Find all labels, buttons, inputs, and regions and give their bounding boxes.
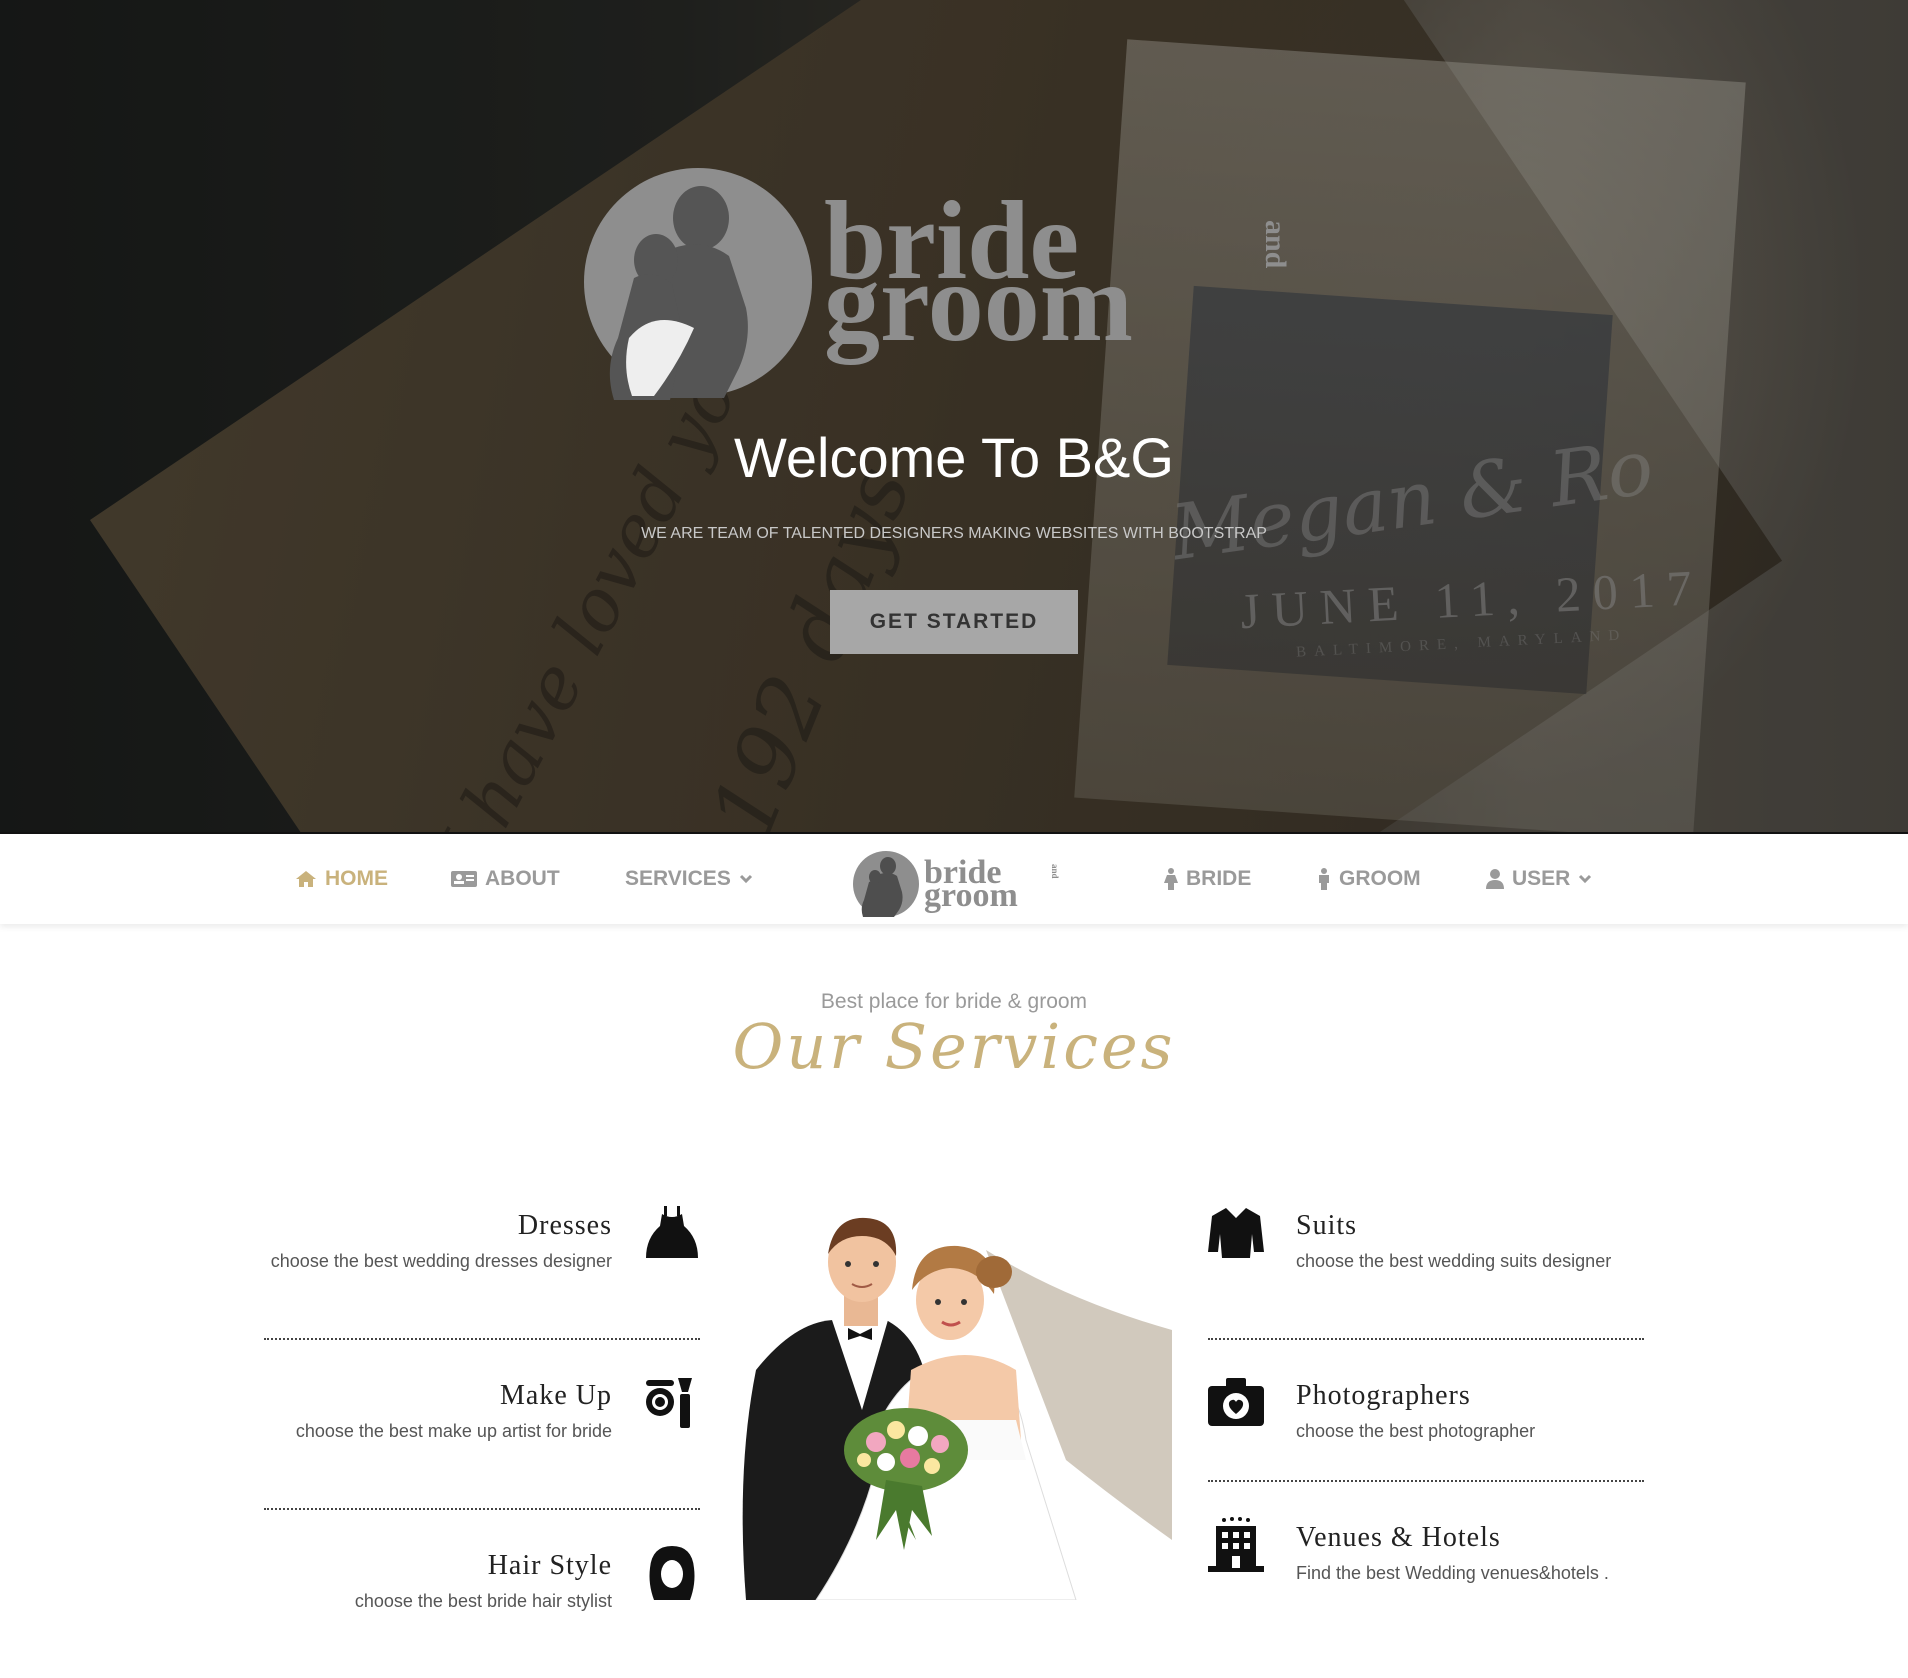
service-item-photographers[interactable]: Photographers choose the best photograph… xyxy=(1208,1378,1644,1480)
dress-icon xyxy=(646,1206,698,1258)
hair-icon xyxy=(649,1546,695,1600)
service-name: Photographers xyxy=(1296,1380,1471,1411)
nav-logo-word-and: and xyxy=(1050,864,1060,879)
nav-home[interactable]: HOME xyxy=(295,834,388,924)
id-card-icon xyxy=(451,871,477,887)
service-item-dresses[interactable]: Dresses choose the best wedding dresses … xyxy=(264,1206,700,1338)
camera-icon xyxy=(1208,1378,1264,1426)
nav-bride-label: BRIDE xyxy=(1186,867,1252,890)
services-title: Our Services xyxy=(732,1010,1176,1083)
suit-icon xyxy=(1208,1207,1264,1258)
service-name: Hair Style xyxy=(487,1550,612,1581)
service-desc: choose the best make up artist for bride xyxy=(295,1421,612,1441)
hero-overlay xyxy=(0,0,1908,832)
male-icon xyxy=(1319,868,1329,890)
hero-section: I have loved you 2,192 days Megan & Ro J… xyxy=(0,0,1908,832)
main-navbar: HOME ABOUT SERVICES bride and groom BRID… xyxy=(0,832,1908,924)
makeup-icon xyxy=(646,1378,692,1428)
services-right-column: Suits choose the best wedding suits desi… xyxy=(1208,1207,1644,1622)
get-started-button[interactable]: GET STARTED xyxy=(830,590,1078,654)
service-desc: choose the best wedding suits designer xyxy=(1296,1251,1612,1271)
service-desc: choose the best bride hair stylist xyxy=(354,1591,612,1611)
nav-about-label: ABOUT xyxy=(485,867,560,890)
logo-word-and: and xyxy=(1259,220,1292,269)
service-item-makeup[interactable]: Make Up choose the best make up artist f… xyxy=(264,1378,700,1508)
hero-title: Welcome To B&G xyxy=(734,426,1174,489)
user-icon xyxy=(1486,869,1504,889)
nav-logo-word-groom: groom xyxy=(924,877,1018,914)
service-item-suits[interactable]: Suits choose the best wedding suits desi… xyxy=(1208,1207,1644,1338)
chevron-down-icon xyxy=(1579,874,1592,884)
nav-services-label: SERVICES xyxy=(625,867,731,890)
nav-groom-label: GROOM xyxy=(1339,867,1421,890)
chevron-down-icon xyxy=(739,874,752,884)
nav-groom[interactable]: GROOM xyxy=(1317,834,1421,924)
nav-user-label: USER xyxy=(1512,867,1571,890)
female-icon xyxy=(1164,868,1178,890)
service-name: Make Up xyxy=(500,1380,612,1411)
bride-groom-illustration xyxy=(742,1217,1172,1600)
service-item-venues[interactable]: Venues & Hotels Find the best Wedding ve… xyxy=(1208,1517,1644,1622)
nav-about[interactable]: ABOUT xyxy=(451,834,560,924)
service-name: Venues & Hotels xyxy=(1296,1522,1501,1553)
divider xyxy=(264,1508,700,1510)
nav-home-label: HOME xyxy=(325,867,388,890)
service-name: Suits xyxy=(1296,1210,1358,1241)
service-item-hairstyle[interactable]: Hair Style choose the best bride hair st… xyxy=(264,1546,700,1678)
home-icon xyxy=(296,871,316,887)
service-name: Dresses xyxy=(517,1210,612,1241)
divider xyxy=(1208,1480,1644,1482)
divider xyxy=(1208,1338,1644,1340)
divider xyxy=(264,1338,700,1340)
service-desc: choose the best wedding dresses designer xyxy=(270,1251,612,1271)
brand-logo-large: bride and groom xyxy=(584,168,1292,400)
nav-services[interactable]: SERVICES xyxy=(625,834,753,924)
nav-bride[interactable]: BRIDE xyxy=(1164,834,1251,924)
nav-user[interactable]: USER xyxy=(1486,834,1592,924)
hotel-icon xyxy=(1208,1517,1264,1572)
service-desc: Find the best Wedding venues&hotels . xyxy=(1296,1563,1609,1583)
service-desc: choose the best photographer xyxy=(1296,1421,1536,1441)
hero-subtitle: WE ARE TEAM OF TALENTED DESIGNERS MAKING… xyxy=(641,525,1267,542)
brand-logo-nav[interactable]: bride and groom xyxy=(852,850,1080,918)
logo-word-groom: groom xyxy=(824,241,1133,365)
services-left-column: Dresses choose the best wedding dresses … xyxy=(264,1206,700,1678)
